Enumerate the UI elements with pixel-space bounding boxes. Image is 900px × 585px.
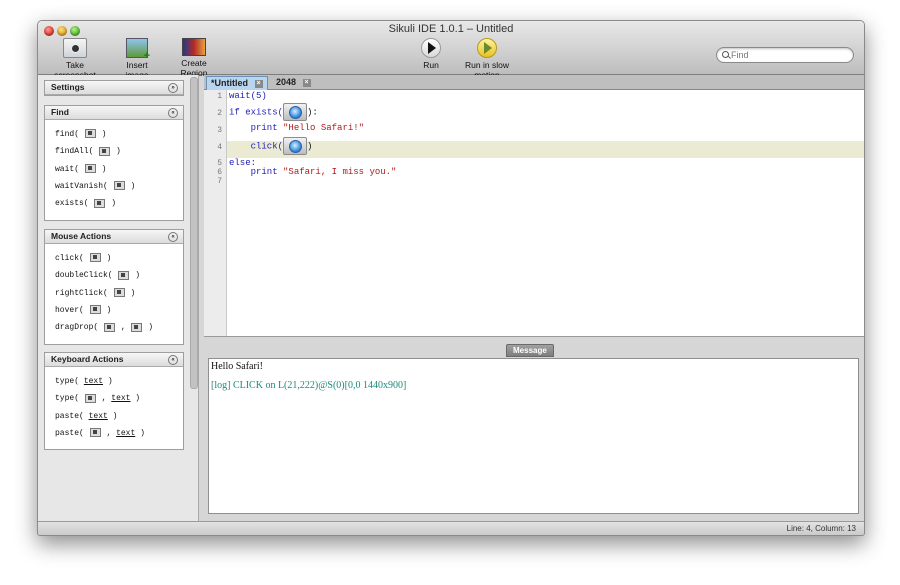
search-input[interactable]	[731, 48, 846, 62]
image-placeholder-icon	[89, 428, 101, 438]
image-placeholder-icon	[84, 393, 96, 403]
cmd-exists[interactable]: exists( )	[45, 195, 183, 212]
command-sidebar: Settings » Find « find( ) findAll( ) wai…	[38, 75, 199, 521]
keyboard-actions-panel: Keyboard Actions « type( text ) type( , …	[44, 352, 184, 450]
current-line-highlight	[227, 141, 864, 158]
cmd-paste-text[interactable]: paste( text )	[45, 408, 183, 425]
find-title: Find	[51, 107, 69, 117]
image-placeholder-icon	[89, 253, 101, 263]
image-placeholder-icon	[84, 163, 96, 173]
cmd-rightclick[interactable]: rightClick( )	[45, 285, 183, 302]
run-button[interactable]: Run	[419, 38, 443, 70]
status-bar: Line: 4, Column: 13	[38, 521, 864, 535]
ide-window: Sikuli IDE 1.0.1 – Untitled Take screens…	[37, 20, 865, 536]
play-icon	[421, 38, 441, 58]
line-number-gutter: 1 2 3 4 5 6 7	[204, 90, 227, 336]
cmd-waitvanish[interactable]: waitVanish( )	[45, 178, 183, 195]
search-box	[716, 47, 854, 63]
code-line-2: if exists():	[229, 103, 318, 121]
settings-panel: Settings »	[44, 80, 184, 96]
image-placeholder-icon	[113, 181, 125, 191]
settings-header[interactable]: Settings »	[45, 81, 183, 95]
keyboard-actions-title: Keyboard Actions	[51, 354, 124, 364]
settings-title: Settings	[51, 82, 85, 92]
cmd-findall[interactable]: findAll( )	[45, 143, 183, 160]
code-line-6: print "Safari, I miss you."	[250, 167, 397, 177]
tab-2048[interactable]: 2048 ×	[272, 76, 315, 89]
image-placeholder-icon	[118, 270, 130, 280]
message-output-line: Hello Safari!	[211, 361, 263, 372]
close-tab-icon[interactable]: ×	[302, 78, 311, 87]
line-number: 6	[217, 168, 222, 177]
cmd-type-image-text[interactable]: type( , text )	[45, 390, 183, 407]
find-header[interactable]: Find «	[45, 106, 183, 120]
message-console[interactable]: Hello Safari! [log] CLICK on L(21,222)@S…	[208, 358, 859, 514]
title-toolbar: Sikuli IDE 1.0.1 – Untitled Take screens…	[38, 21, 864, 80]
line-number: 5	[217, 159, 222, 168]
cmd-click[interactable]: click( )	[45, 250, 183, 267]
cmd-doubleclick[interactable]: doubleClick( )	[45, 267, 183, 284]
mouse-actions-header[interactable]: Mouse Actions «	[45, 230, 183, 244]
image-placeholder-icon	[99, 146, 111, 156]
line-number: 2	[217, 109, 222, 118]
keyboard-actions-header[interactable]: Keyboard Actions «	[45, 353, 183, 367]
camera-icon	[63, 38, 87, 58]
line-number: 4	[217, 143, 222, 152]
code-editor[interactable]: 1 2 3 4 5 6 7 wait(5) if exists(): print…	[204, 90, 864, 337]
find-panel: Find « find( ) findAll( ) wait( ) waitVa…	[44, 105, 184, 221]
expand-icon[interactable]: »	[168, 83, 178, 93]
tab-label: *Untitled	[211, 78, 248, 88]
code-line-1: wait(5)	[229, 91, 267, 101]
region-icon	[182, 38, 206, 56]
create-region-button[interactable]: Create Region	[168, 38, 220, 78]
insert-image-button[interactable]: Insert image	[114, 38, 160, 80]
editor-tab-bar: *Untitled × 2048 ×	[204, 75, 864, 90]
cmd-find[interactable]: find( )	[45, 126, 183, 143]
code-line-3: print "Hello Safari!"	[250, 123, 365, 133]
code-line-4: click()	[229, 137, 312, 155]
cmd-wait[interactable]: wait( )	[45, 161, 183, 178]
cursor-position: Line: 4, Column: 13	[786, 524, 856, 533]
slow-play-icon	[477, 38, 497, 58]
close-tab-icon[interactable]: ×	[254, 79, 263, 88]
collapse-icon[interactable]: «	[168, 232, 178, 242]
mouse-actions-panel: Mouse Actions « click( ) doubleClick( ) …	[44, 229, 184, 345]
window-title: Sikuli IDE 1.0.1 – Untitled	[388, 23, 514, 35]
message-log-line: [log] CLICK on L(21,222)@S(0)[0,0 1440x9…	[211, 380, 407, 391]
cmd-type-text[interactable]: type( text )	[45, 373, 183, 390]
tab-label: 2048	[276, 77, 297, 87]
image-placeholder-icon	[104, 322, 116, 332]
take-screenshot-button[interactable]: Take screenshot	[46, 38, 104, 80]
image-placeholder-icon	[94, 198, 106, 208]
sidebar-scrollbar[interactable]	[190, 77, 198, 389]
cmd-dragdrop[interactable]: dragDrop( , )	[45, 319, 183, 336]
line-number: 1	[217, 92, 222, 101]
message-tab[interactable]: Message	[506, 344, 554, 357]
image-placeholder-icon	[131, 322, 143, 332]
safari-screenshot-image[interactable]	[283, 103, 308, 121]
run-slow-motion-button[interactable]: Run in slow motion	[453, 38, 521, 80]
cmd-paste-image-text[interactable]: paste( , text )	[45, 425, 183, 442]
line-number: 7	[217, 177, 222, 186]
cmd-hover[interactable]: hover( )	[45, 302, 183, 319]
image-placeholder-icon	[113, 287, 125, 297]
run-label: Run	[423, 60, 439, 70]
mouse-actions-title: Mouse Actions	[51, 231, 112, 241]
collapse-icon[interactable]: «	[168, 108, 178, 118]
line-number: 3	[217, 126, 222, 135]
tab-untitled[interactable]: *Untitled ×	[206, 76, 268, 90]
image-placeholder-icon	[89, 305, 101, 315]
search-icon	[722, 51, 729, 58]
insert-image-icon	[126, 38, 150, 62]
collapse-icon[interactable]: «	[168, 355, 178, 365]
image-placeholder-icon	[84, 129, 96, 139]
safari-screenshot-image[interactable]	[283, 137, 308, 155]
